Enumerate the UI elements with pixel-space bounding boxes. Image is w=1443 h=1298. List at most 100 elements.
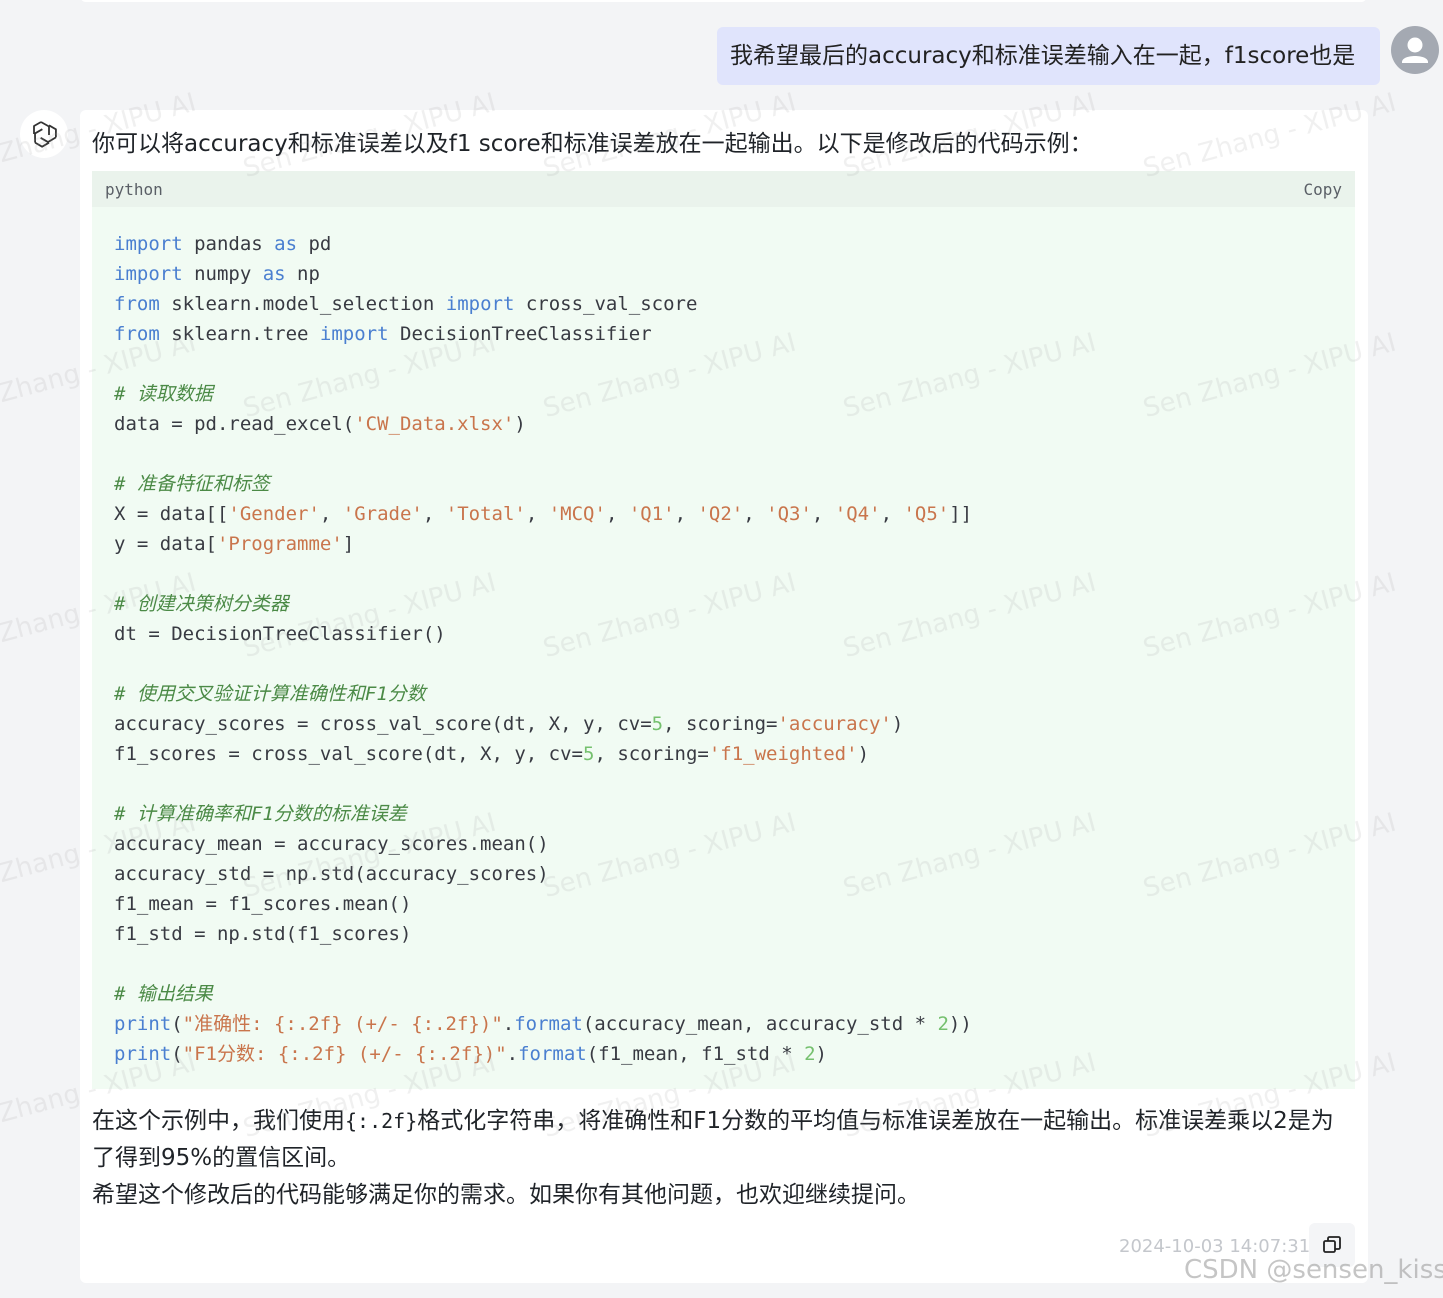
code-token: ) [857,743,870,765]
assistant-intro-text: 你可以将accuracy和标准误差以及f1 score和标准误差放在一起输出。以… [92,131,1093,157]
code-token: , [605,503,629,525]
code-token: 'Q2' [697,503,744,525]
user-avatar-icon[interactable] [1391,26,1439,74]
code-token: DecisionTreeClassifier [388,323,652,345]
code-token: # 计算准确率和F1分数的标准误差 [114,803,407,825]
code-token: 'Q3' [766,503,812,525]
code-line: # 使用交叉验证计算准确性和F1分数 [114,679,972,709]
copy-code-button[interactable]: Copy [1303,180,1342,199]
code-token: , scoring= [594,743,709,765]
code-line: y = data['Programme'] [114,529,972,559]
code-token: np [285,263,320,285]
code-line: accuracy_scores = cross_val_score(dt, X,… [114,709,972,739]
code-token: ( [171,1013,183,1035]
code-token: 'MCQ' [548,503,606,525]
code-token: # 准备特征和标签 [114,473,270,495]
code-line: f1_mean = f1_scores.mean() [114,889,972,919]
code-token: sklearn.tree [159,323,320,345]
code-token: import [114,263,183,285]
outro-text-part1: 在这个示例中，我们使用 [92,1108,345,1134]
code-content: import pandas as pd import numpy as np fro… [114,229,972,1069]
code-token: f1_std = np.std(f1_scores) [114,923,412,945]
code-token: 'Programme' [216,533,343,555]
code-block: import pandas as pd import numpy as np fro… [92,207,1355,1089]
code-token: (accuracy_mean, accuracy_std * [582,1013,938,1035]
code-token: import [319,323,389,345]
outro-paragraph: 在这个示例中，我们使用{:.2f}格式化字符串，将准确性和F1分数的平均值与标准… [92,1103,1354,1177]
code-token: from [114,323,160,345]
code-token: , [674,503,698,525]
assistant-outro-text: 在这个示例中，我们使用{:.2f}格式化字符串，将准确性和F1分数的平均值与标准… [92,1103,1354,1214]
code-token: 5 [583,743,595,765]
code-token: , [811,503,835,525]
code-line: f1_scores = cross_val_score(dt, X, y, cv… [114,739,972,769]
code-token: , [319,503,343,525]
code-block-header: python Copy [92,171,1355,207]
code-line: from sklearn.tree import DecisionTreeCla… [114,319,972,349]
code-token: , [880,503,904,525]
code-line: X = data[['Gender', 'Grade', 'Total', 'M… [114,499,972,529]
code-token: as [262,263,286,285]
code-token: accuracy_std = np.std(accuracy_scores) [114,863,549,885]
code-line: from sklearn.model_selection import cros… [114,289,972,319]
code-token: 5 [651,713,664,735]
code-token: as [274,233,298,255]
code-token: from [114,293,160,315]
code-token: dt = DecisionTreeClassifier() [114,623,446,645]
code-token: # 输出结果 [114,983,213,1005]
code-line: f1_std = np.std(f1_scores) [114,919,972,949]
code-token: sklearn.model_selection [159,293,446,315]
code-token: pandas [182,233,275,255]
code-token: # 创建决策树分类器 [114,593,289,615]
code-token: 'Total' [445,503,526,525]
code-token: accuracy_scores = cross_val_score(dt, X,… [114,713,652,735]
code-line: import pandas as pd [114,229,972,259]
code-token: ) [815,1043,827,1065]
code-line: dt = DecisionTreeClassifier() [114,619,972,649]
code-token: 'Q1' [628,503,675,525]
code-line: print("准确性: {:.2f} (+/- {:.2f})".format(… [114,1009,972,1039]
code-token: 'f1_weighted' [708,743,858,765]
code-token: ) [891,713,904,735]
code-token: "准确性: {:.2f} (+/- {:.2f})" [182,1013,503,1035]
code-token: ]] [949,503,973,525]
copy-icon [1323,1236,1341,1253]
message-timestamp: 2024-10-03 14:07:31 [1119,1236,1311,1257]
code-token: 'accuracy' [777,713,892,735]
previous-message-card [80,0,1367,2]
code-token: 2 [804,1043,816,1065]
code-token: . [506,1043,519,1065]
code-token: 2 [937,1013,949,1035]
code-line: # 读取数据 [114,379,972,409]
code-token: import [114,233,183,255]
code-token: , [525,503,549,525]
code-token: X = data[[ [114,503,229,525]
code-token: cross_val_score [514,293,698,315]
code-line: # 准备特征和标签 [114,469,972,499]
code-line: accuracy_std = np.std(accuracy_scores) [114,859,972,889]
code-token: ) [514,413,526,435]
code-token: (f1_mean, f1_std * [586,1043,805,1065]
user-message-text: 我希望最后的accuracy和标准误差输入在一起，f1score也是 [730,43,1356,69]
code-token: pd [297,233,332,255]
code-token: f1_mean = f1_scores.mean() [114,893,412,915]
code-token: , [743,503,767,525]
code-line: data = pd.read_excel('CW_Data.xlsx') [114,409,972,439]
code-token: data = pd.read_excel( [114,413,355,435]
code-line: # 创建决策树分类器 [114,589,972,619]
code-token: 'Q4' [834,503,881,525]
inline-code: {:.2f} [345,1109,418,1133]
code-line: print("F1分数: {:.2f} (+/- {:.2f})".format… [114,1039,972,1069]
code-token: )) [948,1013,972,1035]
code-token: 'Grade' [342,503,423,525]
code-token: 'CW_Data.xlsx' [354,413,515,435]
code-line: accuracy_mean = accuracy_scores.mean() [114,829,972,859]
outro-closing-line: 希望这个修改后的代码能够满足你的需求。如果你有其他问题，也欢迎继续提问。 [92,1182,920,1208]
code-token: accuracy_mean = accuracy_scores.mean() [114,833,549,855]
code-token: "F1分数: {:.2f} (+/- {:.2f})" [182,1043,507,1065]
code-token: print [114,1013,172,1035]
